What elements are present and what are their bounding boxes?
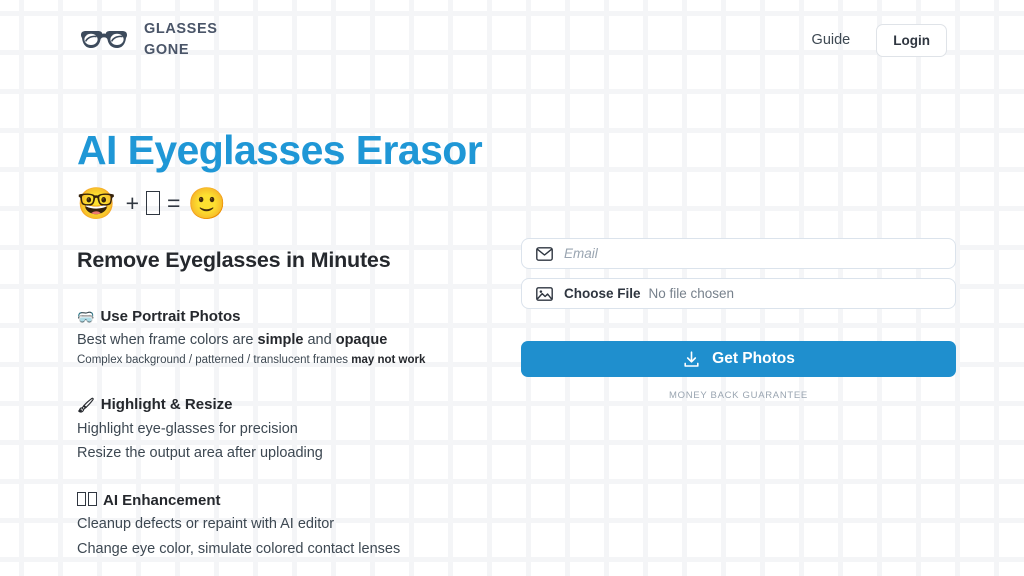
missing-glyph-icon (146, 191, 161, 216)
get-photos-button[interactable]: Get Photos (521, 341, 956, 377)
brand-logo[interactable]: GLASSES GONE (77, 19, 218, 60)
feature-item: 🥽 Use Portrait Photos Best when frame colo… (77, 307, 477, 368)
site-header: GLASSES GONE Guide Login (0, 0, 1024, 80)
envelope-icon (536, 246, 553, 261)
feature-title-row: AI Enhancement (77, 491, 477, 511)
upload-form: Email Choose File No file chosen Get Pho… (521, 80, 956, 401)
page-title: AI Eyeglasses Erasor (77, 127, 483, 173)
missing-glyph-icon (77, 491, 97, 511)
smiling-face-emoji: 🙂 (187, 185, 230, 221)
page-body: AI Eyeglasses Erasor 🤓 + = 🙂 Remove Eyeg… (0, 80, 1024, 576)
file-status-text: No file chosen (648, 286, 735, 301)
image-icon (536, 286, 553, 301)
section-title: Remove Eyeglasses in Minutes (77, 247, 391, 272)
brand-name: GLASSES GONE (144, 19, 218, 60)
hero-formula: 🤓 + = 🙂 (77, 188, 477, 219)
feature-description: Cleanup defects or repaint with AI edito… (77, 516, 335, 533)
equals-sign: = (167, 190, 181, 217)
email-placeholder: Email (564, 246, 598, 261)
feature-description: Best when frame colors are simple and op… (77, 332, 388, 349)
money-back-guarantee: MONEY BACK GUARANTEE (669, 390, 808, 401)
feature-list: 🥽 Use Portrait Photos Best when frame colo… (77, 307, 477, 576)
feature-description: Resize the output area after uploading (77, 445, 323, 462)
feature-title-row: 🥽 Use Portrait Photos (77, 307, 477, 327)
feature-item: 🖌 Highlight & Resize Highlight eye-glasses… (77, 395, 477, 464)
login-button[interactable]: Login (876, 23, 947, 57)
nerd-face-emoji: 🤓 (77, 185, 119, 221)
feature-description: Change eye color, simulate colored conta… (77, 540, 401, 557)
feature-description: Highlight eye-glasses for precision (77, 420, 298, 437)
goggles-icon: 🥽 (77, 308, 95, 325)
feature-note: Complex background / patterned / translu… (77, 353, 426, 366)
brand-name-line2: GONE (144, 42, 190, 58)
brand-name-line1: GLASSES (144, 21, 218, 38)
email-field[interactable]: Email (521, 238, 956, 269)
feature-title: AI Enhancement (103, 491, 221, 509)
plus-sign: + (125, 190, 140, 217)
main-nav: Guide Login (812, 23, 947, 57)
feature-title: Use Portrait Photos (100, 307, 241, 325)
file-field[interactable]: Choose File No file chosen (521, 278, 956, 309)
download-icon (682, 350, 701, 369)
get-photos-label: Get Photos (712, 350, 795, 367)
feature-title: Highlight & Resize (100, 396, 233, 414)
feature-title-row: 🖌 Highlight & Resize (77, 395, 477, 415)
nav-link-guide[interactable]: Guide (812, 32, 851, 48)
left-column: AI Eyeglasses Erasor 🤓 + = 🙂 Remove Eyeg… (77, 80, 483, 576)
glasses-icon (77, 23, 131, 57)
choose-file-button[interactable]: Choose File (564, 286, 641, 301)
pencil-icon: 🖌 (77, 396, 95, 413)
feature-item: AI Enhancement Cleanup defects or repaint… (77, 491, 477, 560)
